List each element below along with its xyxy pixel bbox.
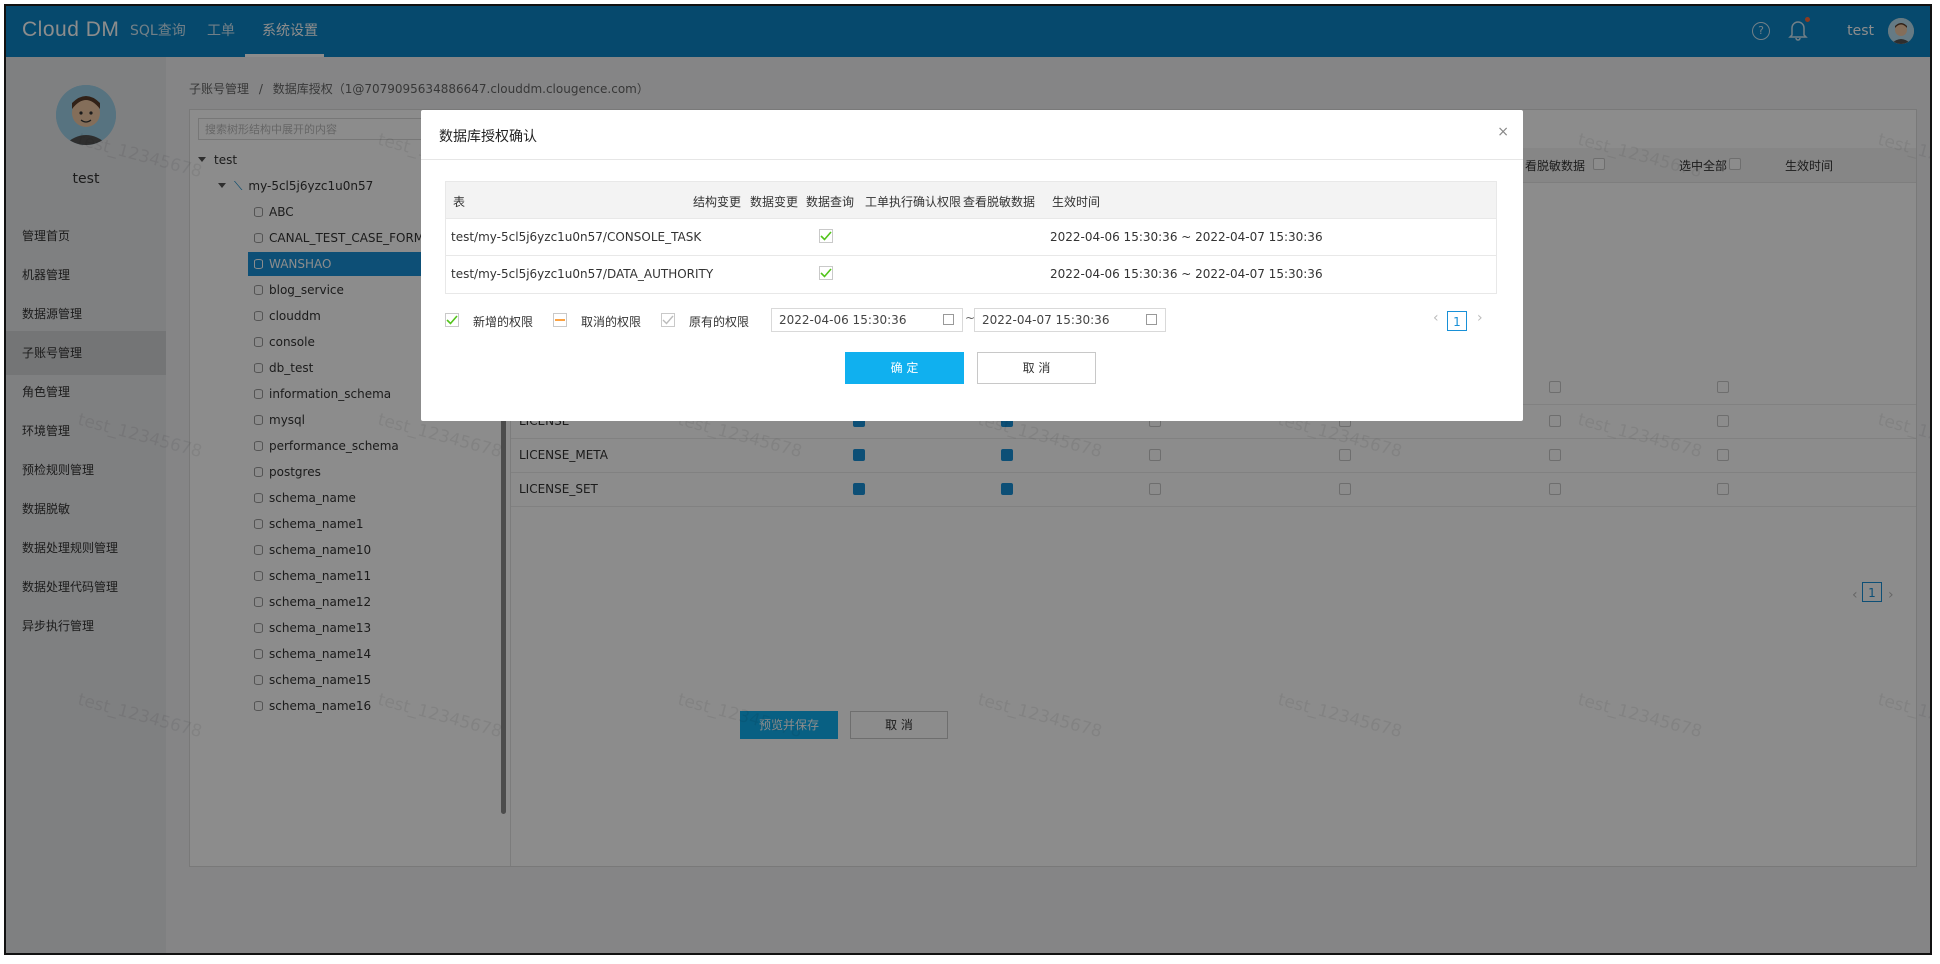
confirm-row-table: test/my-5cl5j6yzc1u0n57/DATA_AUTHORITY: [451, 267, 714, 281]
confirm-button[interactable]: 确 定: [845, 352, 964, 384]
start-date-input[interactable]: 2022-04-06 15:30:36: [771, 308, 963, 332]
end-date-input[interactable]: 2022-04-07 15:30:36: [974, 308, 1166, 332]
col-ticket-confirm: 工单执行确认权限: [865, 195, 962, 209]
calendar-icon[interactable]: [1146, 314, 1157, 325]
authorization-confirm-modal: 数据库授权确认 × 表 结构变更 数据变更 数据查询 工单执行确认权限 查看脱敏…: [421, 110, 1523, 421]
confirm-row-time: 2022-04-06 15:30:36 ~ 2022-04-07 15:30:3…: [1050, 267, 1323, 281]
start-date-value: 2022-04-06 15:30:36: [779, 313, 907, 327]
check-icon: [819, 229, 833, 243]
confirm-table-header: 表 结构变更 数据变更 数据查询 工单执行确认权限 查看脱敏数据 生效时间: [446, 182, 1496, 218]
calendar-icon[interactable]: [943, 314, 954, 325]
modal-title: 数据库授权确认: [439, 129, 537, 145]
legend-added: 新增的权限: [473, 315, 534, 329]
prev-page-icon[interactable]: ‹: [1433, 310, 1439, 326]
col-structure-change: 结构变更: [693, 195, 742, 209]
modal-header: 数据库授权确认 ×: [421, 110, 1523, 160]
col-data-query: 数据查询: [806, 195, 855, 209]
modal-page-1-button[interactable]: 1: [1447, 311, 1467, 331]
removed-legend-icon: [553, 313, 567, 327]
col-effective-time: 生效时间: [1052, 195, 1101, 209]
col-table: 表: [453, 195, 466, 209]
added-legend-icon: [445, 313, 459, 327]
modal-cancel-button[interactable]: 取 消: [977, 352, 1096, 384]
confirm-row-time: 2022-04-06 15:30:36 ~ 2022-04-07 15:30:3…: [1050, 230, 1323, 244]
col-data-change: 数据变更: [750, 195, 799, 209]
app-window: Cloud DM SQL查询 工单 系统设置 ? test test 管理首页 …: [4, 4, 1932, 955]
confirm-table: 表 结构变更 数据变更 数据查询 工单执行确认权限 查看脱敏数据 生效时间 te…: [445, 181, 1497, 294]
close-icon[interactable]: ×: [1497, 124, 1509, 140]
end-date-value: 2022-04-07 15:30:36: [982, 313, 1110, 327]
legend-existing: 原有的权限: [689, 315, 750, 329]
legend-removed: 取消的权限: [581, 315, 642, 329]
check-icon: [819, 266, 833, 280]
confirm-row: test/my-5cl5j6yzc1u0n57/CONSOLE_TASK 202…: [446, 218, 1496, 256]
existing-legend-icon: [661, 313, 675, 327]
col-view-masked: 查看脱敏数据: [963, 195, 1036, 209]
confirm-row: test/my-5cl5j6yzc1u0n57/DATA_AUTHORITY 2…: [446, 255, 1496, 293]
next-page-icon[interactable]: ›: [1477, 310, 1483, 326]
confirm-row-table: test/my-5cl5j6yzc1u0n57/CONSOLE_TASK: [451, 230, 702, 244]
